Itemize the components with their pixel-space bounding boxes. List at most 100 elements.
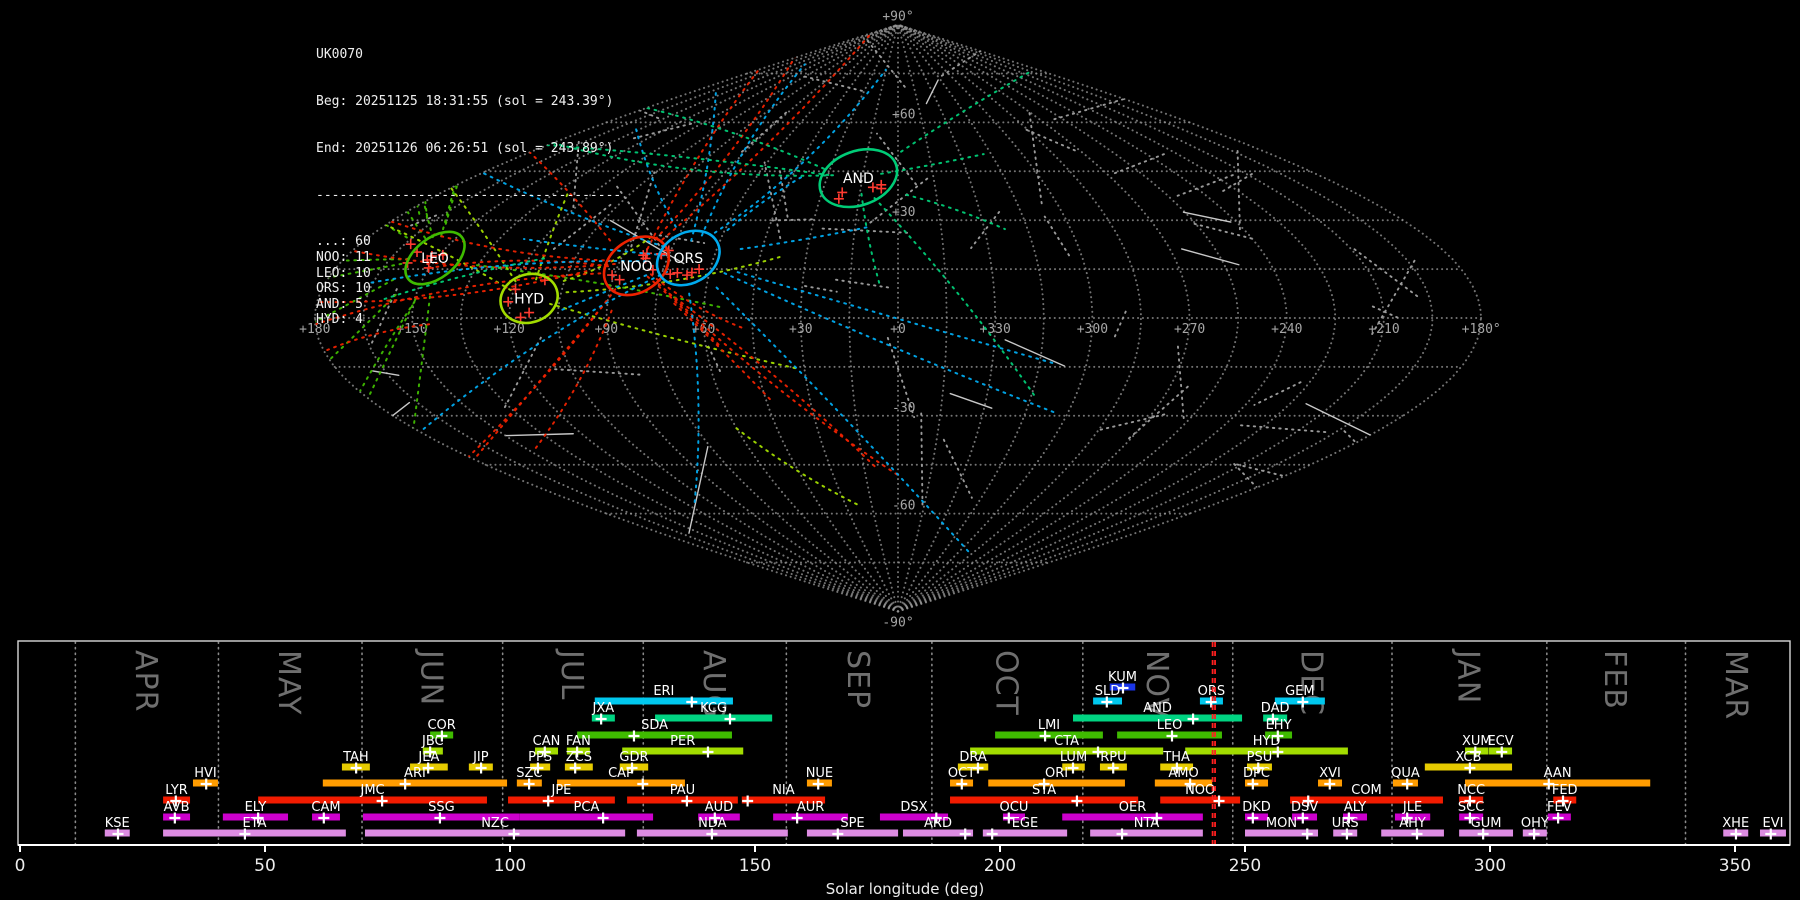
- count-line: AND: 5: [316, 296, 363, 312]
- shower-count-list: ...: 60 NOO: 11 LEO: 10 ORS: 10 AND: 5 HYD: 4: [316, 234, 621, 328]
- shower-code-label: ZCS: [566, 750, 592, 765]
- sporadic-meteor-trail: [771, 218, 813, 222]
- shower-meteor-trail: [723, 272, 1059, 415]
- shower-code-label: GEM: [1285, 684, 1315, 699]
- axis-tick-label: 200: [984, 856, 1016, 876]
- sporadic-meteor-trail: [803, 75, 867, 93]
- shower-code-label: COM: [1351, 783, 1382, 798]
- shower-code-label: NZC: [481, 816, 509, 831]
- axis-tick-label: 250: [1229, 856, 1261, 876]
- shower-meteor-trail: [462, 484, 512, 547]
- radiant-code-label: AND: [843, 171, 874, 187]
- shower-code-label: NOO: [1185, 783, 1215, 798]
- shower-code-label: ERI: [653, 684, 674, 699]
- sporadic-meteor-trail: [1053, 92, 1145, 121]
- observation-info-panel: UK0070 Beg: 20251125 18:31:55 (sol = 243…: [316, 16, 621, 343]
- shower-code-label: PAU: [670, 783, 695, 798]
- sporadic-meteor-trail: [1028, 108, 1043, 205]
- equator-longitude-label: +0: [890, 322, 906, 337]
- latitude-label: -60: [892, 499, 915, 514]
- count-line: HYD: 4: [316, 312, 363, 328]
- shower-meteor-trail: [860, 192, 881, 287]
- count-line: ORS: 10: [316, 281, 371, 297]
- month-label: DEC: [1293, 650, 1328, 716]
- sporadic-meteor-trail: [1043, 215, 1070, 257]
- shower-code-label: NTA: [1134, 816, 1160, 831]
- sporadic-meteor-trail: [1233, 463, 1296, 528]
- shower-code-label: MON: [1266, 816, 1297, 831]
- shower-code-label: GUM: [1471, 816, 1502, 831]
- shower-code-label: CAM: [311, 800, 340, 815]
- sporadic-meteor-trail: [632, 122, 694, 140]
- shower-code-label: JLE: [1402, 800, 1422, 815]
- shower-code-label: OER: [1119, 800, 1146, 815]
- shower-meteor-trail: [314, 435, 357, 471]
- shower-code-label: JXA: [592, 701, 615, 716]
- shower-code-label: AUD: [705, 800, 733, 815]
- sporadic-meteor-trail: [554, 368, 646, 376]
- station-id: UK0070: [316, 47, 363, 63]
- shower-meteor-trail: [177, 493, 226, 548]
- shower-code-label: EVI: [1762, 816, 1783, 831]
- equator-longitude-label: +330: [980, 322, 1011, 337]
- equator-longitude-label: +300: [1077, 322, 1108, 337]
- latitude-label: +30: [892, 205, 915, 220]
- sporadic-meteor-trail: [1190, 222, 1253, 240]
- shower-code-label: DSV: [1291, 800, 1318, 815]
- shower-code-label: ALY: [1344, 800, 1366, 815]
- shower-code-label: JBC: [421, 734, 444, 749]
- shower-meteor-trail: [900, 69, 1034, 153]
- shower-row-violet: KSE ETA NZC NDA SPE ARD EGE NTA MON URS AHY GUM OHY X…: [105, 816, 1786, 840]
- month-label: JAN: [1450, 648, 1485, 704]
- month-label: OCT: [988, 650, 1023, 716]
- shower-code-label: FAN: [566, 734, 591, 749]
- sporadic-meteor-trail: [384, 401, 411, 422]
- shower-meteor-trail: [668, 292, 879, 471]
- month-label: MAR: [1718, 650, 1753, 720]
- shower-code-label: SDA: [641, 718, 668, 733]
- latitude-label: +60: [892, 107, 915, 122]
- axis-tick-label: 100: [494, 856, 526, 876]
- sporadic-meteor-trail: [1176, 174, 1234, 197]
- count-line: ...: 60: [316, 234, 371, 250]
- solar-longitude-axis: 0 50 100 150 200 250 300 350 Solar longitude (de…: [15, 844, 1790, 898]
- month-label: APR: [128, 650, 163, 712]
- radiant-code-label: ORS: [674, 251, 704, 267]
- shower-code-label: PER: [670, 734, 695, 749]
- axis-title: Solar longitude (deg): [826, 880, 984, 898]
- shower-code-label: LMI: [1038, 718, 1060, 733]
- sporadic-meteor-trail: [503, 334, 543, 409]
- equator-longitude-label: +240: [1271, 322, 1302, 337]
- sporadic-meteor-trail: [505, 433, 574, 437]
- radiant-point-marker: [672, 267, 683, 278]
- shower-code-label: AHY: [1399, 816, 1426, 831]
- shower-code-label: STA: [1032, 783, 1056, 798]
- equator-longitude-label: +270: [1174, 322, 1205, 337]
- equator-longitude-label: +30: [789, 322, 812, 337]
- shower-code-label: PPS: [528, 750, 552, 765]
- shower-code-label: PCA: [574, 800, 600, 815]
- axis-tick-label: 350: [1719, 856, 1751, 876]
- axis-tick-label: 0: [15, 856, 26, 876]
- sporadic-meteor-trail: [371, 370, 400, 376]
- month-label: SEP: [840, 650, 875, 709]
- shower-row-magenta: AVB ELY CAM SSG PCA AUD AUR DSX OCU OER DKD DSV ALY J…: [163, 800, 1572, 824]
- shower-code-label: NUE: [806, 766, 833, 781]
- sporadic-meteor-trail: [1113, 306, 1129, 338]
- sporadic-meteor-trail: [1004, 339, 1066, 367]
- count-line: NOO: 11: [316, 249, 371, 265]
- shower-meteor-trail: [735, 427, 863, 508]
- equator-longitude-label: +210: [1368, 322, 1399, 337]
- shower-code-label: KCG: [700, 701, 727, 716]
- sporadic-meteor-trail: [1343, 430, 1365, 452]
- shower-code-label: ARI: [404, 766, 426, 781]
- shower-code-label: FEV: [1547, 800, 1572, 815]
- separator-line: ---------------------------------------: [316, 187, 622, 203]
- month-label: JUN: [413, 648, 448, 706]
- axis-tick-label: 50: [254, 856, 276, 876]
- shower-meteor-trail: [74, 374, 200, 436]
- shower-meteor-trail: [726, 174, 806, 232]
- shower-meteor-trail: [673, 302, 774, 404]
- sporadic-meteor-trail: [804, 285, 838, 293]
- shower-meteor-trail: [0, 601, 91, 640]
